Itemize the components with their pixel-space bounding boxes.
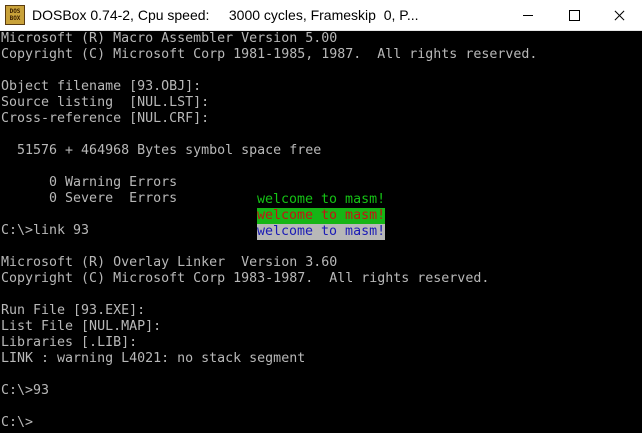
dos-console[interactable]: Microsoft (R) Macro Assembler Version 5.…	[0, 31, 642, 433]
console-line: 0 Warning Errors	[1, 175, 178, 190]
maximize-button[interactable]	[551, 0, 597, 31]
console-line: Run File [93.EXE]:	[1, 303, 146, 318]
console-line: C:\>link 93	[1, 223, 90, 238]
console-line: 51576 + 464968 Bytes symbol space free	[1, 143, 322, 158]
icon-text-bottom: BOX	[9, 15, 21, 22]
minimize-button[interactable]	[505, 0, 551, 31]
console-prompt: C:\>	[1, 415, 34, 430]
close-button[interactable]	[596, 0, 642, 31]
dosbox-window: DOS BOX DOSBox 0.74-2, Cpu speed: 3000 c…	[0, 0, 642, 433]
title-bar[interactable]: DOS BOX DOSBox 0.74-2, Cpu speed: 3000 c…	[0, 0, 642, 31]
console-line: Cross-reference [NUL.CRF]:	[1, 111, 210, 126]
console-line: List File [NUL.MAP]:	[1, 319, 162, 334]
masm-output-blue-on-white: welcome to masm!	[257, 224, 386, 240]
console-line: Copyright (C) Microsoft Corp 1983-1987. …	[1, 271, 490, 286]
console-line: Libraries [.LIB]:	[1, 335, 138, 350]
window-title: DOSBox 0.74-2, Cpu speed: 3000 cycles, F…	[32, 7, 419, 23]
console-line: Microsoft (R) Macro Assembler Version 5.…	[1, 31, 338, 46]
masm-output-green: welcome to masm!	[257, 192, 386, 208]
masm-output-red-on-green: welcome to masm!	[257, 208, 386, 224]
console-line: Copyright (C) Microsoft Corp 1981-1985, …	[1, 47, 538, 62]
icon-text-top: DOS	[9, 8, 21, 15]
console-line: 0 Severe Errors	[1, 191, 178, 206]
console-line: Source listing [NUL.LST]:	[1, 95, 210, 110]
console-line: Microsoft (R) Overlay Linker Version 3.6…	[1, 255, 338, 270]
console-line: C:\>93	[1, 383, 50, 398]
console-line: Object filename [93.OBJ]:	[1, 79, 202, 94]
dosbox-icon[interactable]: DOS BOX	[5, 5, 25, 25]
console-line: LINK : warning L4021: no stack segment	[1, 351, 306, 366]
